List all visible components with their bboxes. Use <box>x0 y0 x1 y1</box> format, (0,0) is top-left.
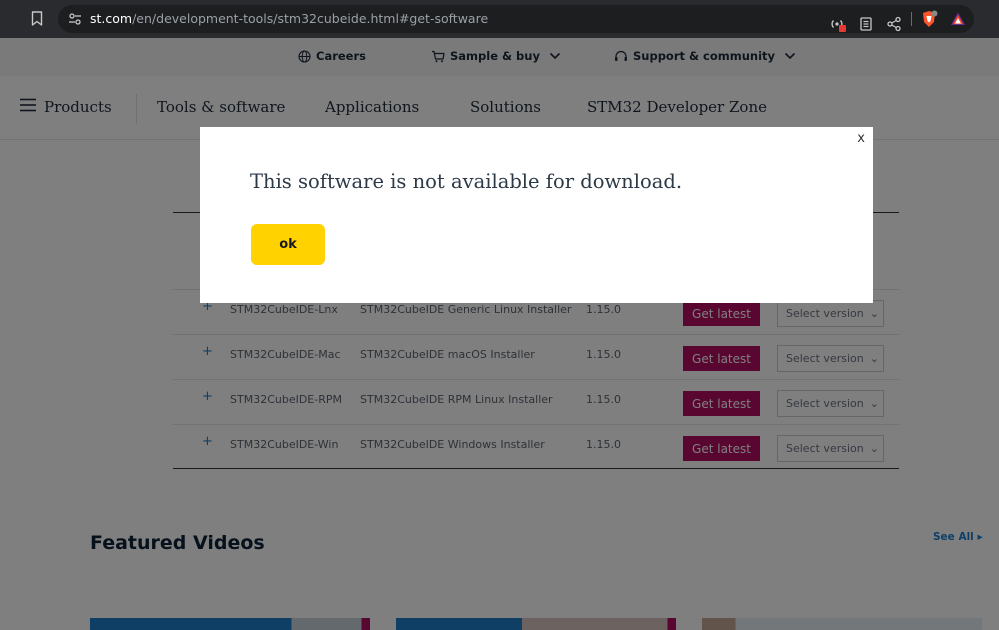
address-bar[interactable]: st.com/en/development-tools/stm32cubeide… <box>58 5 974 33</box>
share-icon[interactable] <box>886 16 902 32</box>
ok-button[interactable]: ok <box>251 224 325 265</box>
reader-mode-icon[interactable] <box>858 16 874 32</box>
url-text: st.com/en/development-tools/stm32cubeide… <box>90 11 488 26</box>
brave-rewards-icon[interactable] <box>950 11 966 27</box>
broadcast-blocked-icon[interactable] <box>830 16 846 32</box>
url-host: st.com <box>90 11 133 26</box>
url-path: /en/development-tools/stm32cubeide.html#… <box>132 11 489 26</box>
browser-toolbar: st.com/en/development-tools/stm32cubeide… <box>0 0 999 38</box>
toolbar-divider <box>911 12 912 26</box>
brave-shields-icon[interactable] <box>920 10 938 28</box>
close-button[interactable]: x <box>857 131 865 146</box>
dialog-message: This software is not available for downl… <box>250 170 683 193</box>
download-unavailable-dialog: x This software is not available for dow… <box>200 127 873 303</box>
bookmark-icon[interactable] <box>31 11 43 26</box>
site-settings-icon[interactable] <box>68 12 82 26</box>
